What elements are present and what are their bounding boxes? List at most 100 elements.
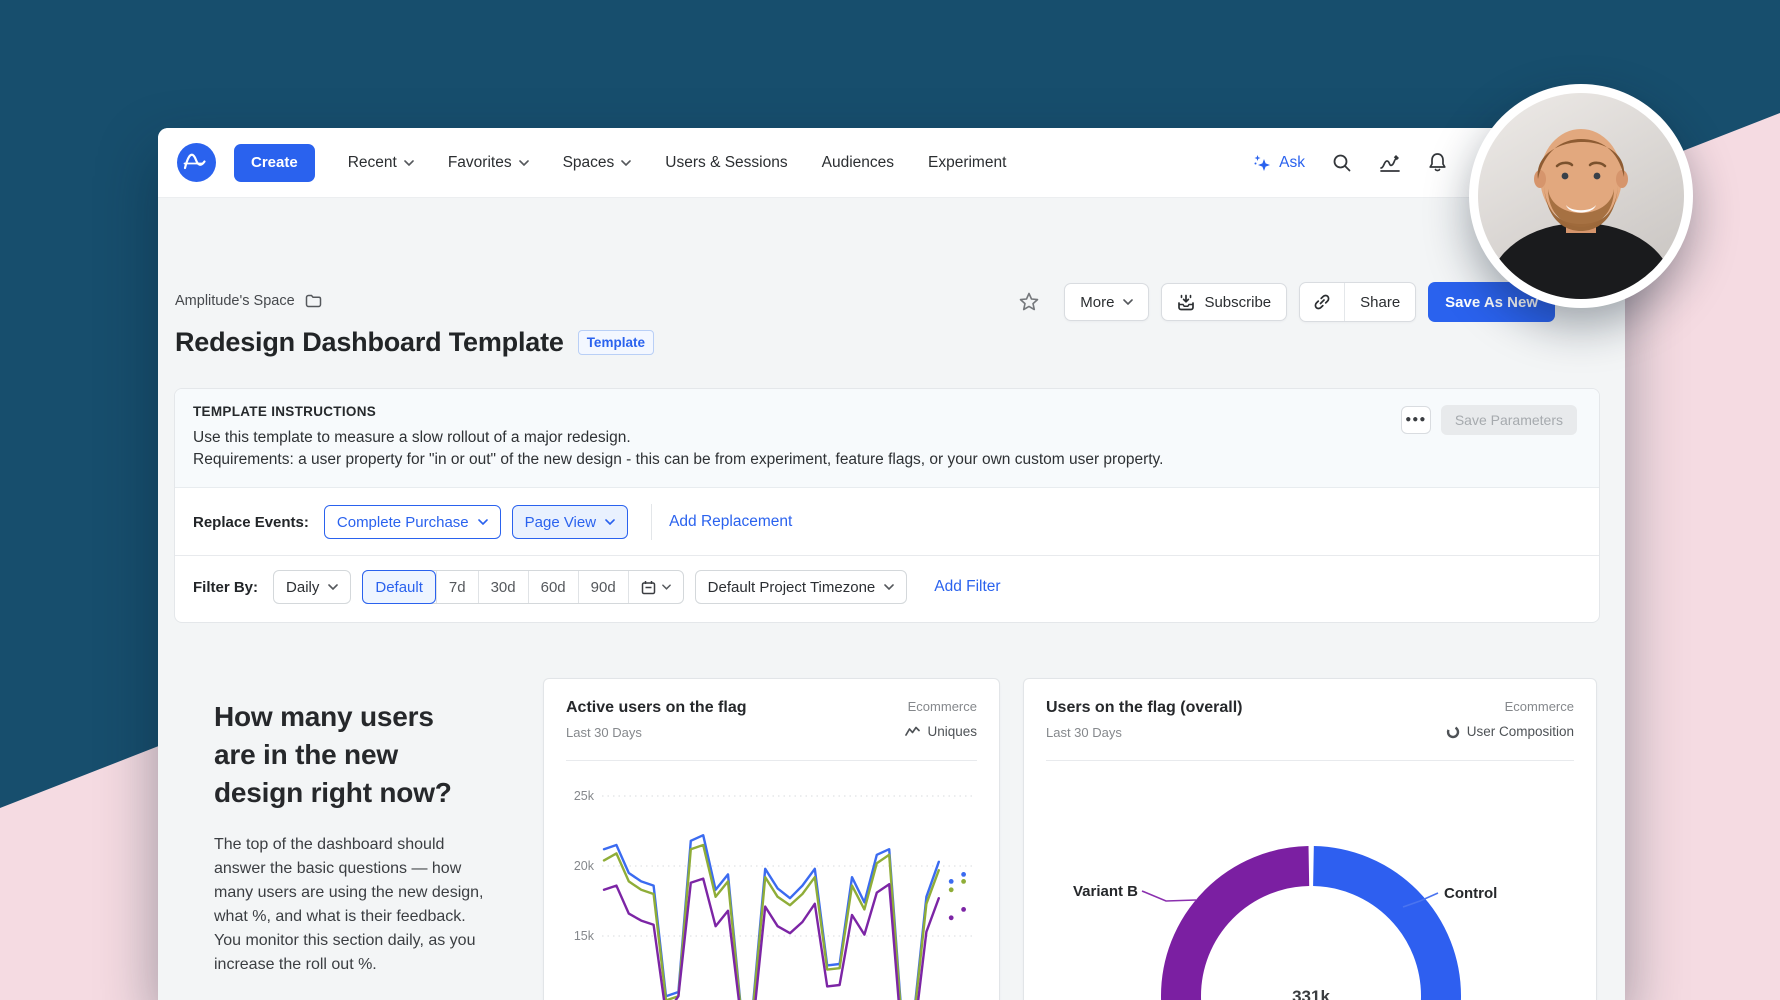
range-option-7d[interactable]: 7d <box>436 571 478 603</box>
chevron-down-icon <box>884 584 894 590</box>
chevron-down-icon <box>1123 299 1133 305</box>
y-axis-tick: 15k <box>574 929 595 943</box>
nav-item-recent[interactable]: Recent <box>348 154 414 172</box>
chart-metric[interactable]: Uniques <box>905 724 977 739</box>
nav-item-label: Spaces <box>563 154 615 172</box>
nav-item-label: Audiences <box>822 154 894 172</box>
custom-date-range-picker[interactable] <box>628 571 683 603</box>
y-axis-tick: 20k <box>574 859 595 873</box>
nav-item-label: Favorites <box>448 154 512 172</box>
share-split-button: Share <box>1299 282 1416 322</box>
copy-link-icon[interactable] <box>1300 283 1345 321</box>
nav-item-experiment[interactable]: Experiment <box>928 154 1006 172</box>
donut-slices <box>1181 866 1441 1000</box>
card-divider <box>566 760 977 761</box>
filter-bar-row: Filter By: Daily Default 7d 30d 60d 90d <box>175 555 1599 622</box>
y-axis-tick: 25k <box>574 789 595 803</box>
template-instructions-line2: Requirements: a user property for "in or… <box>193 449 1581 471</box>
donut-chart-card-header: Users on the flag (overall) Last 30 Days… <box>1024 679 1596 749</box>
nav-item-label: Experiment <box>928 154 1006 172</box>
variant-b-callout-line <box>1142 891 1196 901</box>
chevron-down-icon <box>404 160 414 166</box>
search-icon[interactable] <box>1332 153 1352 173</box>
event-dropdown-page-view[interactable]: Page View <box>512 505 628 539</box>
date-range-segmented-control: Default 7d 30d 60d 90d <box>362 570 683 604</box>
ask-button[interactable]: Ask <box>1253 154 1305 172</box>
template-instructions-line1: Use this template to measure a slow roll… <box>193 427 1581 449</box>
metric-label: User Composition <box>1467 724 1574 739</box>
interval-dropdown[interactable]: Daily <box>273 570 351 604</box>
overflow-menu-button[interactable]: ●●● <box>1401 406 1431 434</box>
chart-meta: Ecommerce User Composition <box>1446 699 1574 739</box>
line-series-dot <box>961 872 966 877</box>
section-heading: How many users are in the new design rig… <box>214 698 474 812</box>
chart-metric[interactable]: User Composition <box>1446 724 1574 739</box>
subscribe-inbox-icon <box>1177 294 1195 311</box>
donut-center-total: 331k <box>1292 987 1330 1000</box>
nav-right-cluster: Ask <box>1253 152 1447 173</box>
chevron-down-icon <box>478 519 488 525</box>
page-title-row: Redesign Dashboard Template Template <box>175 327 654 358</box>
top-navbar: Create Recent Favorites Spaces Users & S… <box>158 128 1625 198</box>
share-button[interactable]: Share <box>1345 283 1415 321</box>
header-actions: More Subscribe <box>1018 282 1555 322</box>
donut-chart[interactable]: Variant B Control 331k <box>1024 749 1598 1000</box>
chevron-down-icon <box>605 519 615 525</box>
range-option-60d[interactable]: 60d <box>528 571 578 603</box>
share-label: Share <box>1360 294 1400 311</box>
nav-item-audiences[interactable]: Audiences <box>822 154 894 172</box>
save-parameters-button[interactable]: Save Parameters <box>1441 405 1577 435</box>
more-button[interactable]: More <box>1064 283 1149 321</box>
nav-item-label: Recent <box>348 154 397 172</box>
add-replacement-link[interactable]: Add Replacement <box>669 513 792 531</box>
page-title: Redesign Dashboard Template <box>175 327 564 358</box>
breadcrumb-label: Amplitude's Space <box>175 293 295 309</box>
chart-source: Ecommerce <box>1446 699 1574 714</box>
subscribe-button[interactable]: Subscribe <box>1161 283 1287 321</box>
range-option-90d[interactable]: 90d <box>578 571 628 603</box>
timezone-label: Default Project Timezone <box>708 579 876 596</box>
presenter-avatar <box>1469 84 1693 308</box>
replace-events-label: Replace Events: <box>193 514 309 531</box>
breadcrumb[interactable]: Amplitude's Space <box>175 293 322 309</box>
dashboard-page: Amplitude's Space More <box>158 198 1625 1000</box>
line-metric-icon <box>905 726 920 737</box>
donut-label-variant-b: Variant B <box>1073 883 1138 900</box>
range-option-30d[interactable]: 30d <box>478 571 528 603</box>
donut-label-control: Control <box>1444 885 1497 902</box>
line-chart[interactable]: 25k20k15k10k <box>544 749 1001 1000</box>
add-filter-link[interactable]: Add Filter <box>934 578 1000 596</box>
nav-item-spaces[interactable]: Spaces <box>563 154 632 172</box>
favorite-star-icon[interactable] <box>1018 291 1040 313</box>
amplitude-logo[interactable] <box>177 143 216 182</box>
card-divider <box>1046 760 1574 761</box>
more-label: More <box>1080 294 1114 311</box>
event-label: Complete Purchase <box>337 514 469 531</box>
template-instructions-section: TEMPLATE INSTRUCTIONS Use this template … <box>175 389 1599 488</box>
range-option-default[interactable]: Default <box>362 570 436 604</box>
notifications-bell-icon[interactable] <box>1428 152 1447 173</box>
sparkles-icon <box>1253 154 1271 172</box>
nav-item-label: Users & Sessions <box>665 154 787 172</box>
nav-item-users-sessions[interactable]: Users & Sessions <box>665 154 787 172</box>
nav-item-favorites[interactable]: Favorites <box>448 154 529 172</box>
event-dropdown-complete-purchase[interactable]: Complete Purchase <box>324 505 501 539</box>
section-description: The top of the dashboard should answer t… <box>214 833 496 977</box>
line-series <box>604 845 939 1000</box>
line-series-dot <box>949 915 954 920</box>
chevron-down-icon <box>328 584 338 590</box>
ask-label: Ask <box>1279 154 1305 172</box>
filter-by-label: Filter By: <box>193 579 258 596</box>
create-button[interactable]: Create <box>234 144 315 182</box>
chevron-down-icon <box>662 584 671 590</box>
subscribe-label: Subscribe <box>1204 294 1271 311</box>
chevron-down-icon <box>621 160 631 166</box>
chart-source: Ecommerce <box>905 699 977 714</box>
timezone-dropdown[interactable]: Default Project Timezone <box>695 570 908 604</box>
notebooks-icon[interactable] <box>1379 153 1401 173</box>
calendar-icon <box>641 580 656 595</box>
amplitude-app-window: Create Recent Favorites Spaces Users & S… <box>158 128 1625 1000</box>
line-chart-card-header: Active users on the flag Last 30 Days Ec… <box>544 679 999 749</box>
marketing-background: Create Recent Favorites Spaces Users & S… <box>0 0 1780 1000</box>
metric-label: Uniques <box>927 724 977 739</box>
